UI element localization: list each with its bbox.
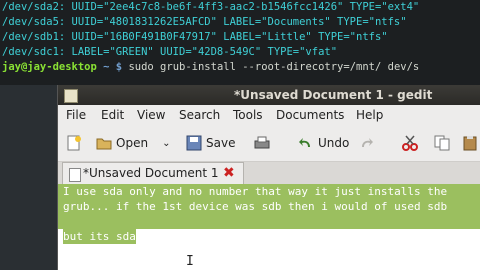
text-cursor-icon: I	[186, 254, 194, 269]
menu-documents[interactable]: Documents	[276, 108, 344, 122]
editor-line: but its sda	[63, 229, 136, 244]
editor-line: I use sda only and no number that way it…	[63, 184, 448, 199]
app-icon	[64, 89, 78, 103]
new-document-icon	[66, 135, 82, 151]
copy-icon	[434, 135, 450, 151]
redo-button[interactable]	[358, 132, 378, 154]
text-editor[interactable]: I use sda only and no number that way it…	[58, 184, 480, 270]
menu-search[interactable]: Search	[179, 108, 220, 122]
undo-label: Undo	[318, 136, 350, 150]
terminal-line: /dev/sda2: UUID="2ee4c7c8-be6f-4ff3-aac2…	[2, 1, 420, 13]
prompt-path: ~ $	[96, 61, 129, 73]
document-icon	[69, 168, 81, 182]
undo-button[interactable]: Undo	[298, 132, 349, 154]
terminal-line: /dev/sdc1: LABEL="GREEN" UUID="42D8-549C…	[2, 46, 338, 58]
terminal-command: sudo grub-install --root-direcotry=/mnt/…	[128, 61, 420, 73]
open-button[interactable]: Open ⌄	[96, 132, 170, 154]
folder-icon	[96, 135, 112, 151]
menu-tools[interactable]: Tools	[233, 108, 263, 122]
open-label: Open	[116, 136, 149, 150]
toolbar: Open ⌄ Save Undo	[58, 125, 480, 162]
undo-icon	[298, 135, 314, 151]
window-title: *Unsaved Document 1 - gedit	[234, 88, 433, 102]
terminal[interactable]: /dev/sda2: UUID="2ee4c7c8-be6f-4ff3-aac2…	[0, 0, 480, 85]
redo-icon	[358, 135, 374, 151]
paste-button[interactable]	[462, 132, 480, 154]
terminal-prompt-line: jay@jay-desktop ~ $ sudo grub-install --…	[0, 60, 480, 75]
tab-bar: *Unsaved Document 1 ✖	[58, 162, 480, 185]
terminal-line: /dev/sdb1: UUID="16B0F491B0F47917" LABEL…	[2, 31, 388, 43]
new-button[interactable]	[66, 132, 86, 154]
scissors-icon	[402, 135, 418, 151]
gedit-window: *Unsaved Document 1 - gedit File Edit Vi…	[57, 85, 480, 270]
editor-line: grub... if the 1st device was sdb then i…	[63, 199, 448, 214]
tab-unsaved-document-1[interactable]: *Unsaved Document 1 ✖	[62, 162, 244, 185]
print-button[interactable]	[254, 132, 274, 154]
menu-file[interactable]: File	[66, 108, 86, 122]
close-icon[interactable]: ✖	[223, 165, 235, 181]
menu-help[interactable]: Help	[356, 108, 383, 122]
print-icon	[254, 135, 270, 151]
menubar: File Edit View Search Tools Documents He…	[58, 105, 480, 125]
menu-edit[interactable]: Edit	[101, 108, 124, 122]
save-label: Save	[206, 136, 236, 150]
tab-label: *Unsaved Document 1	[83, 166, 219, 180]
prompt-user: jay@jay-desktop	[2, 61, 97, 73]
menu-view[interactable]: View	[137, 108, 165, 122]
cut-button[interactable]	[402, 132, 422, 154]
save-button[interactable]: Save	[186, 132, 235, 154]
titlebar[interactable]: *Unsaved Document 1 - gedit	[58, 85, 480, 105]
chevron-down-icon[interactable]: ⌄	[162, 138, 170, 149]
copy-button[interactable]	[434, 132, 454, 154]
terminal-line: /dev/sda5: UUID="4801831262E5AFCD" LABEL…	[2, 16, 407, 28]
save-icon	[186, 135, 202, 151]
paste-icon	[462, 135, 478, 151]
